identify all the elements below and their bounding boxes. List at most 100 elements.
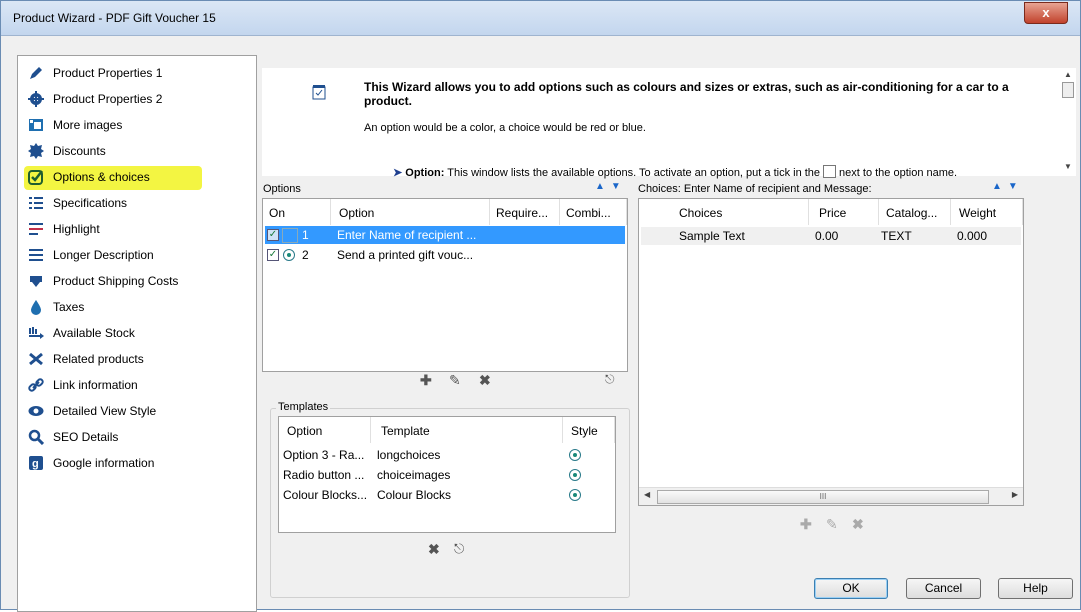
scroll-thumb[interactable]: III <box>657 490 989 504</box>
nav-item-product-shipping-costs[interactable]: Product Shipping Costs <box>24 270 246 292</box>
ok-button[interactable]: OK <box>814 578 888 599</box>
radio-icon[interactable] <box>569 469 581 481</box>
export-template-icon[interactable]: ⎋ <box>454 541 464 557</box>
choice-name: Sample Text <box>679 229 745 243</box>
checkbox-on[interactable]: ✓ <box>267 229 279 241</box>
export-option-icon[interactable]: ⎋ <box>605 372 615 387</box>
choices-hscrollbar[interactable]: ◀ III ▶ <box>639 487 1023 505</box>
checkbox-on[interactable]: ✓ <box>267 249 279 261</box>
nav-item-link-information[interactable]: Link information <box>24 374 246 396</box>
col-template[interactable]: Template <box>371 417 563 443</box>
search-icon <box>28 429 44 445</box>
nav-item-taxes[interactable]: Taxes <box>24 296 246 318</box>
template-option: Radio button ... <box>283 468 365 482</box>
nav-item-options-choices[interactable]: Options & choices <box>24 166 246 190</box>
scroll-left-icon[interactable]: ◀ <box>644 490 650 499</box>
choices-move-arrows[interactable]: ▲▼ <box>992 181 1024 192</box>
arrow-up-icon[interactable]: ▲ <box>992 181 1008 192</box>
choice-price: 0.00 <box>815 229 839 243</box>
col-choices[interactable]: Choices <box>639 199 809 225</box>
nav-item-label: Longer Description <box>53 248 154 262</box>
scroll-down-icon[interactable]: ▼ <box>1064 162 1072 171</box>
arrow-down-icon[interactable]: ▼ <box>1008 181 1024 192</box>
col-catalog[interactable]: Catalog... <box>879 199 951 225</box>
nav-item-available-stock[interactable]: Available Stock <box>24 322 246 344</box>
pencil-icon <box>30 67 42 79</box>
options-list[interactable]: On Option Require... Combi... ✓ 1 Enter … <box>262 198 628 372</box>
col-required[interactable]: Require... <box>490 199 560 225</box>
related-icon <box>29 352 43 366</box>
template-row[interactable]: Colour Blocks... Colour Blocks <box>281 486 613 504</box>
col-template-option[interactable]: Option <box>279 417 371 443</box>
intro-option-text: This window lists the available options.… <box>447 167 821 179</box>
nav-item-label: Discounts <box>53 144 106 158</box>
nav-item-label: Taxes <box>53 300 85 314</box>
nav-item-product-properties-2[interactable]: Product Properties 2 <box>24 88 246 110</box>
options-row[interactable]: ✓ 2 Send a printed gift vouc... <box>265 246 625 264</box>
col-weight[interactable]: Weight <box>951 199 1023 225</box>
col-price[interactable]: Price <box>809 199 879 225</box>
choices-list[interactable]: Choices Price Catalog... Weight Sample T… <box>638 198 1024 506</box>
col-style[interactable]: Style <box>563 417 615 443</box>
delete-template-icon[interactable]: ✖ <box>428 541 440 558</box>
cancel-button[interactable]: Cancel <box>906 578 981 599</box>
template-name: choiceimages <box>377 468 451 482</box>
row-number: 1 <box>302 228 309 242</box>
edit-choice-icon[interactable]: ✎ <box>826 516 838 533</box>
template-option: Colour Blocks... <box>283 488 368 502</box>
arrow-down-icon[interactable]: ▼ <box>611 181 627 192</box>
row-option: Send a printed gift vouc... <box>337 248 474 262</box>
template-row[interactable]: Option 3 - Ra... longchoices <box>281 446 613 464</box>
wizard-intro: This Wizard allows you to add options su… <box>262 68 1060 179</box>
nav-item-label: More images <box>53 118 123 132</box>
gear-icon <box>28 91 44 107</box>
title-bar[interactable]: Product Wizard - PDF Gift Voucher 15 x <box>1 1 1080 36</box>
nav-item-related-products[interactable]: Related products <box>24 348 246 370</box>
choice-catalog: TEXT <box>881 229 912 243</box>
add-option-icon[interactable]: ✚ <box>420 372 432 389</box>
nav-item-label: Specifications <box>53 196 128 210</box>
scroll-right-icon[interactable]: ▶ <box>1012 490 1018 499</box>
arrow-up-icon[interactable]: ▲ <box>595 181 611 192</box>
nav-item-highlight[interactable]: Highlight <box>24 218 246 240</box>
col-option[interactable]: Option <box>331 199 490 225</box>
scroll-up-icon[interactable]: ▲ <box>1064 70 1072 79</box>
window-title: Product Wizard - PDF Gift Voucher 15 <box>13 11 216 25</box>
templates-list[interactable]: Option Template Style Option 3 - Ra... l… <box>278 416 616 533</box>
nav-item-label: Product Shipping Costs <box>53 274 179 288</box>
options-row[interactable]: ✓ 1 Enter Name of recipient ... <box>265 226 625 244</box>
product-wizard-window: Product Wizard - PDF Gift Voucher 15 x P… <box>0 0 1081 612</box>
intro-option-line: ➤ Option: This window lists the availabl… <box>393 165 957 179</box>
delete-choice-icon[interactable]: ✖ <box>852 516 864 533</box>
delete-option-icon[interactable]: ✖ <box>479 372 491 389</box>
nav-item-more-images[interactable]: More images <box>24 114 246 136</box>
choice-row[interactable]: Sample Text 0.00 TEXT 0.000 <box>641 227 1021 245</box>
nav-item-seo-details[interactable]: SEO Details <box>24 426 246 448</box>
intro-scrollbar[interactable]: ▲ ▼ <box>1060 68 1076 176</box>
intro-subtext: An option would be a color, a choice wou… <box>364 122 646 134</box>
nav-item-label: Product Properties 2 <box>53 92 163 106</box>
scroll-thumb[interactable] <box>1062 82 1074 98</box>
nav-item-product-properties-1[interactable]: Product Properties 1 <box>24 62 246 84</box>
nav-item-longer-description[interactable]: Longer Description <box>24 244 246 266</box>
add-choice-icon[interactable]: ✚ <box>800 516 812 533</box>
nav-item-label: Related products <box>53 352 144 366</box>
row-number: 2 <box>302 248 309 262</box>
nav-item-specifications[interactable]: Specifications <box>24 192 246 214</box>
nav-item-discounts[interactable]: Discounts <box>24 140 246 162</box>
col-on[interactable]: On <box>263 199 331 225</box>
template-name: Colour Blocks <box>377 488 452 502</box>
nav-item-detailed-view-style[interactable]: Detailed View Style <box>24 400 246 422</box>
radio-icon[interactable] <box>569 449 581 461</box>
radio-icon[interactable] <box>569 489 581 501</box>
edit-option-icon[interactable]: ✎ <box>449 372 461 389</box>
help-button[interactable]: Help <box>998 578 1073 599</box>
options-move-arrows[interactable]: ▲▼ <box>595 181 627 192</box>
nav-item-google-information[interactable]: g Google information <box>24 452 246 474</box>
close-button[interactable]: x <box>1024 2 1068 24</box>
stock-icon <box>29 327 44 339</box>
template-row[interactable]: Radio button ... choiceimages <box>281 466 613 484</box>
radio-placeholder <box>282 228 298 243</box>
col-combine[interactable]: Combi... <box>560 199 627 225</box>
wizard-nav: Product Properties 1 Product Properties … <box>17 55 257 612</box>
